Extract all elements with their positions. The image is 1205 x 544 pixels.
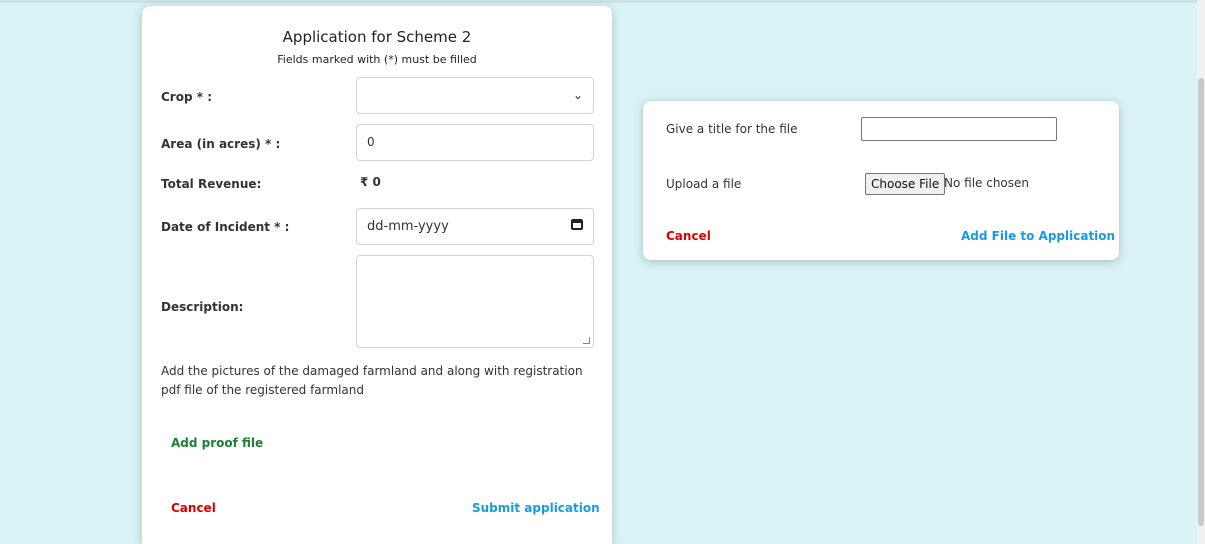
file-upload-dialog: Give a title for the file Upload a file … <box>643 101 1119 260</box>
choose-file-button[interactable]: Choose File <box>865 173 946 195</box>
area-input[interactable]: 0 <box>356 124 594 161</box>
resize-handle-icon[interactable] <box>583 337 590 344</box>
add-proof-file-button[interactable]: Add proof file <box>171 436 263 450</box>
crop-label: Crop * : <box>161 90 212 104</box>
add-file-to-application-button[interactable]: Add File to Application <box>961 229 1115 243</box>
description-textarea[interactable] <box>356 255 594 348</box>
revenue-label: Total Revenue: <box>161 177 262 191</box>
submit-application-button[interactable]: Submit application <box>472 501 600 515</box>
date-input[interactable]: dd-mm-yyyy <box>356 208 594 245</box>
crop-select[interactable]: ⌄ <box>356 77 594 114</box>
description-label: Description: <box>161 300 244 314</box>
form-subtitle: Fields marked with (*) must be filled <box>277 53 477 66</box>
application-form-card: Application for Scheme 2 Fields marked w… <box>142 6 612 544</box>
revenue-value: ₹ 0 <box>360 175 381 189</box>
upload-file-label: Upload a file <box>666 177 742 191</box>
file-title-label: Give a title for the file <box>666 122 798 136</box>
date-placeholder: dd-mm-yyyy <box>367 219 449 234</box>
page-scrollbar[interactable] <box>1197 0 1205 544</box>
form-title: Application for Scheme 2 <box>282 28 472 46</box>
dialog-cancel-button[interactable]: Cancel <box>666 229 711 243</box>
scrollbar-thumb[interactable] <box>1198 78 1204 526</box>
area-label: Area (in acres) * : <box>161 137 281 151</box>
file-title-input[interactable] <box>861 117 1057 141</box>
no-file-chosen-text: No file chosen <box>944 176 1030 190</box>
calendar-icon[interactable] <box>571 219 583 230</box>
form-cancel-button[interactable]: Cancel <box>171 501 216 515</box>
chevron-down-icon: ⌄ <box>572 88 583 102</box>
proof-instructions: Add the pictures of the damaged farmland… <box>161 364 583 397</box>
date-label: Date of Incident * : <box>161 220 290 234</box>
top-border <box>0 0 1205 3</box>
